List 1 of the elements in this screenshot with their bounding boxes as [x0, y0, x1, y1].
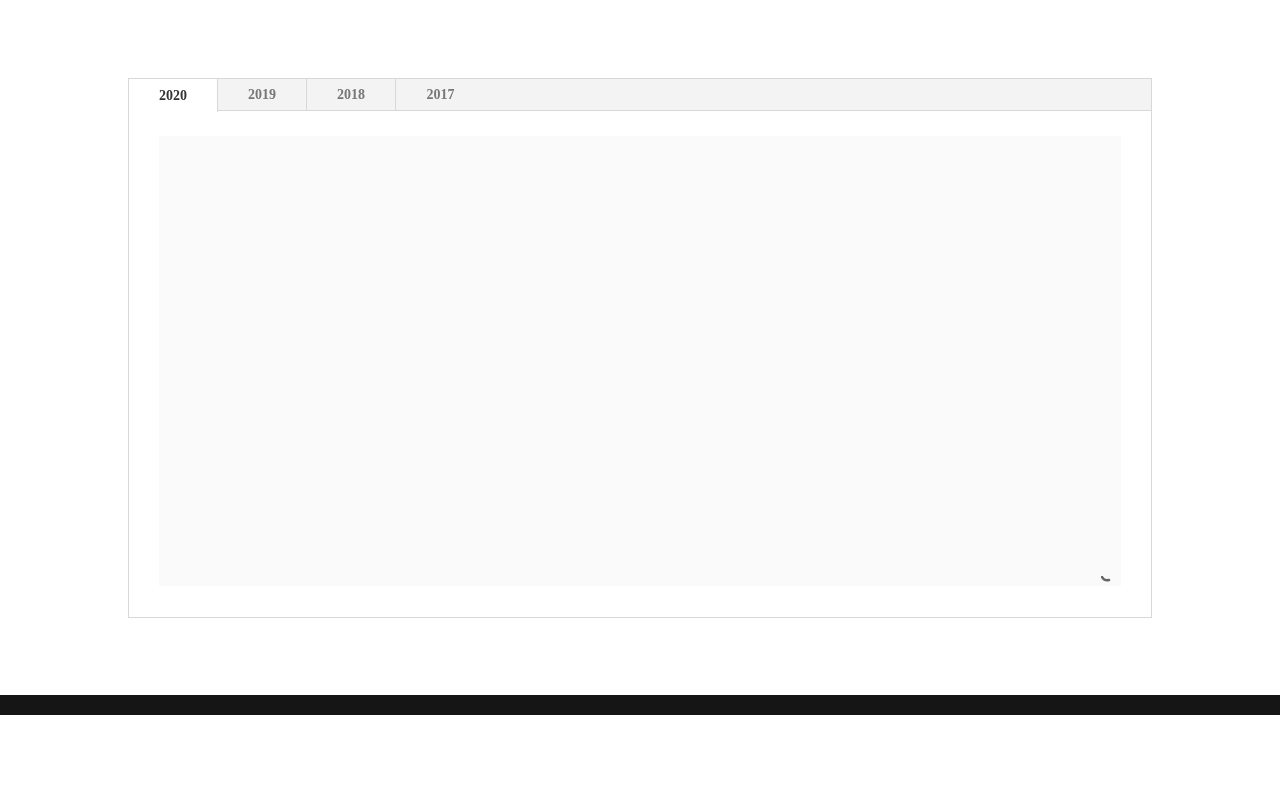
year-tab[interactable]: 2020: [129, 79, 218, 112]
